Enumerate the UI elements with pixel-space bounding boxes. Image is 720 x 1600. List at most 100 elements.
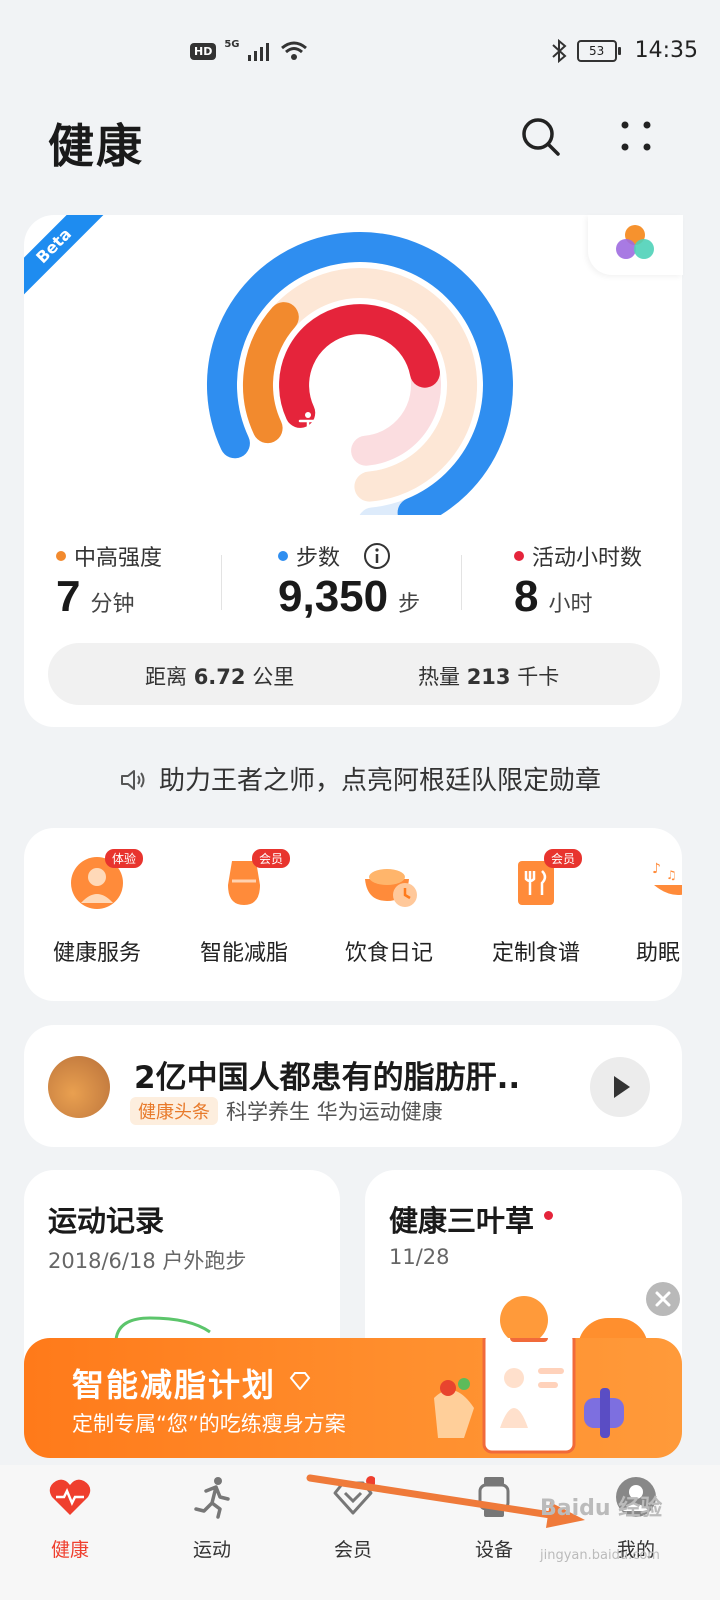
health-clover-title: 健康三叶草 bbox=[389, 1204, 535, 1238]
article-title: 2亿中国人都患有的脂肪肝.. bbox=[134, 1060, 521, 1096]
speaker-icon bbox=[120, 770, 145, 790]
intensity-label-text: 中高强度 bbox=[74, 546, 163, 571]
page-title: 健康 bbox=[48, 119, 144, 173]
steps-number: 9,350 bbox=[278, 572, 389, 621]
tab-label: 会员 bbox=[333, 1539, 372, 1561]
steps-label-text: 步数 bbox=[296, 546, 341, 571]
intensity-unit: 分钟 bbox=[90, 592, 135, 617]
headline-tag: 健康头条 bbox=[130, 1097, 218, 1125]
distance-unit: 公里 bbox=[252, 665, 295, 689]
three-dots-color-icon bbox=[616, 225, 654, 259]
diet-diary-icon bbox=[361, 855, 417, 911]
distance-value: 6.72 bbox=[193, 665, 246, 689]
steps-label: 步数 bbox=[278, 540, 392, 572]
diet-plan-illustration bbox=[434, 1338, 624, 1454]
banner-close-button[interactable] bbox=[646, 1282, 680, 1316]
watermark-logo: Baidu 经验 bbox=[540, 1496, 663, 1521]
beta-badge: Beta bbox=[24, 215, 104, 295]
service-health[interactable]: 体验 健康服务 bbox=[32, 849, 162, 967]
hours-value: 8 小时 bbox=[514, 572, 593, 622]
hours-label-text: 活动小时数 bbox=[532, 546, 643, 571]
signal-icon bbox=[247, 43, 269, 61]
banner-title: 智能减脂计划 bbox=[72, 1366, 277, 1404]
distance-label: 距离 bbox=[145, 665, 187, 689]
intensity-ring bbox=[243, 302, 299, 444]
search-icon[interactable] bbox=[516, 112, 566, 162]
status-right: 53 14:35 bbox=[551, 38, 698, 63]
service-diet-diary[interactable]: 饮食日记 bbox=[324, 855, 454, 967]
article-source-text: 科学养生 华为运动健康 bbox=[226, 1100, 443, 1124]
svg-text:♫: ♫ bbox=[666, 868, 677, 882]
member-tag: 会员 bbox=[544, 849, 583, 868]
distance-summary: 距离 6.72 公里 bbox=[145, 661, 294, 691]
steps-value: 9,350 步 bbox=[278, 572, 420, 622]
distance-calories-bar[interactable]: 距离 6.72 公里 热量 213 千卡 bbox=[48, 643, 660, 705]
status-bar: HD 5G 53 14:35 bbox=[0, 0, 720, 100]
service-label: 助眠 bbox=[636, 941, 681, 966]
service-label: 饮食日记 bbox=[344, 941, 433, 966]
rings-toggle-button[interactable] bbox=[588, 215, 683, 275]
clover-orange-circle bbox=[500, 1296, 548, 1344]
running-icon bbox=[194, 1477, 230, 1519]
svg-text:♪: ♪ bbox=[652, 861, 661, 877]
diamond-icon bbox=[289, 1372, 311, 1391]
health-clover-title-row: 健康三叶草 bbox=[389, 1198, 554, 1240]
play-button[interactable] bbox=[590, 1057, 650, 1117]
health-service-icon: 体验 bbox=[69, 849, 144, 911]
service-fat-loss[interactable]: 会员 智能减脂 bbox=[179, 849, 309, 967]
exercise-record-date: 2018/6/18 户外跑步 bbox=[48, 1249, 247, 1273]
beta-corner: Beta bbox=[24, 215, 104, 295]
service-label: 智能减脂 bbox=[199, 941, 288, 966]
network-label: 5G bbox=[224, 38, 240, 50]
exercise-record-title: 运动记录 bbox=[48, 1204, 165, 1238]
fat-loss-banner[interactable]: 智能减脂计划 定制专属“您”的吃练瘦身方案 bbox=[24, 1338, 682, 1458]
wifi-icon bbox=[280, 41, 307, 60]
shoe-icon bbox=[246, 481, 264, 487]
tab-label: 设备 bbox=[474, 1539, 513, 1561]
calories-value: 213 bbox=[466, 665, 511, 689]
info-icon[interactable] bbox=[362, 541, 392, 571]
clock: 14:35 bbox=[634, 38, 698, 63]
more-grid-icon[interactable] bbox=[610, 112, 660, 162]
battery-indicator: 53 bbox=[576, 39, 621, 62]
article-thumbnail bbox=[48, 1056, 110, 1118]
hours-ring bbox=[279, 304, 440, 428]
service-label: 定制食谱 bbox=[491, 941, 580, 966]
hours-number: 8 bbox=[514, 572, 539, 621]
hours-unit: 小时 bbox=[548, 592, 593, 617]
intensity-dot bbox=[56, 551, 66, 561]
calories-label: 热量 bbox=[418, 665, 460, 689]
service-custom-recipe[interactable]: 会员 定制食谱 bbox=[471, 849, 601, 967]
service-sleep-aid[interactable]: ♪ ♫ 助眠 bbox=[618, 855, 682, 967]
fat-loss-icon: 会员 bbox=[216, 849, 291, 911]
announcement-text: 助力王者之师，点亮阿根廷队限定勋章 bbox=[158, 766, 601, 796]
tab-health[interactable]: 健康 bbox=[20, 1475, 120, 1562]
tab-exercise[interactable]: 运动 bbox=[162, 1475, 262, 1562]
steps-dot bbox=[278, 551, 288, 561]
unread-dot bbox=[544, 1211, 554, 1221]
intensity-value: 7 分钟 bbox=[56, 572, 135, 622]
status-left: HD 5G bbox=[190, 38, 308, 62]
divider bbox=[221, 555, 222, 610]
service-label: 健康服务 bbox=[52, 941, 141, 966]
calories-summary: 热量 213 千卡 bbox=[418, 661, 559, 691]
bluetooth-icon bbox=[551, 38, 567, 63]
hd-badge: HD bbox=[190, 42, 217, 60]
activity-rings bbox=[206, 232, 513, 515]
watermark-url: jingyan.baidu.com bbox=[540, 1548, 660, 1563]
calories-unit: 千卡 bbox=[517, 665, 560, 689]
announcement[interactable]: 助力王者之师，点亮阿根廷队限定勋章 bbox=[0, 760, 720, 797]
recipe-book-icon: 会员 bbox=[508, 849, 583, 911]
play-icon bbox=[614, 1076, 630, 1098]
banner-title-row: 智能减脂计划 bbox=[72, 1360, 311, 1406]
hours-label: 活动小时数 bbox=[514, 540, 642, 572]
trial-tag: 体验 bbox=[105, 849, 144, 868]
health-clover-date: 11/28 bbox=[389, 1245, 450, 1269]
sleep-music-icon: ♪ ♫ bbox=[650, 855, 682, 911]
timer-icon bbox=[274, 443, 294, 463]
steps-unit: 步 bbox=[398, 592, 421, 617]
member-tag: 会员 bbox=[252, 849, 291, 868]
intensity-number: 7 bbox=[56, 572, 81, 621]
heart-pulse-icon bbox=[49, 1479, 91, 1515]
close-icon bbox=[655, 1291, 671, 1307]
